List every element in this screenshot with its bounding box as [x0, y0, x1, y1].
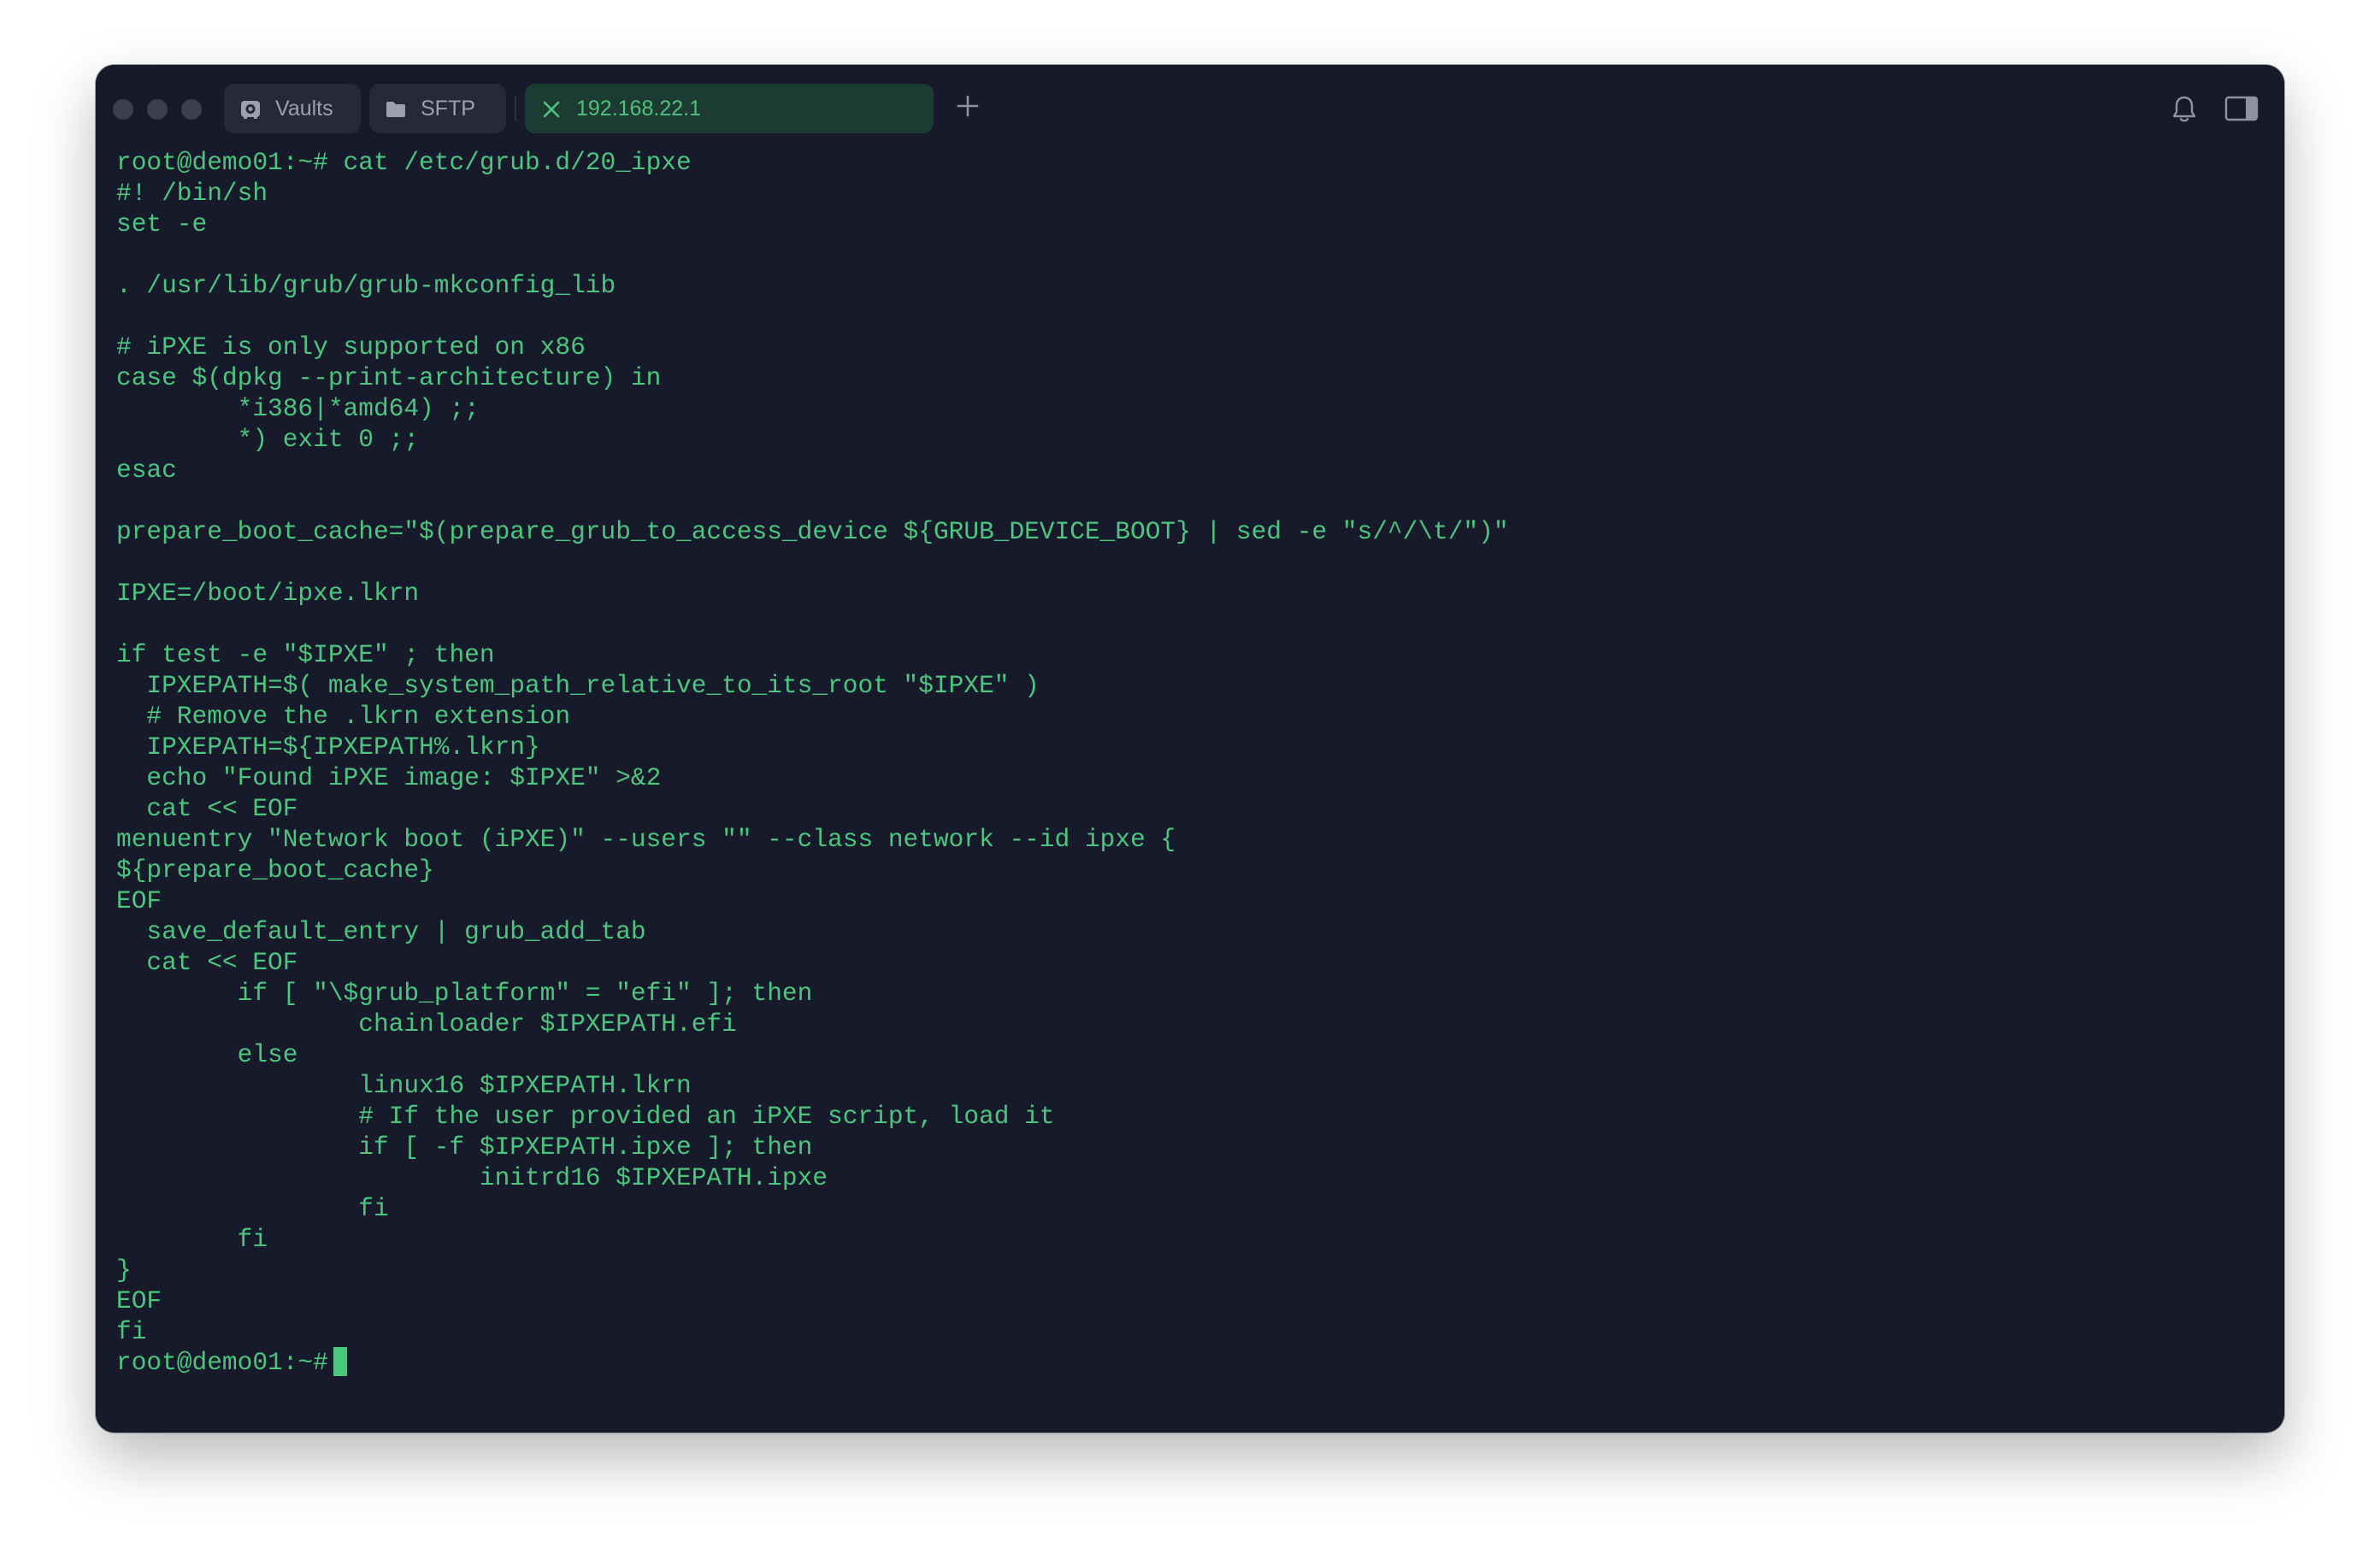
terminal-line: fi [116, 1317, 147, 1346]
terminal-prompt-line[interactable]: root@demo01:~# [116, 1347, 2264, 1378]
minimize-window-button[interactable] [147, 99, 168, 120]
terminal-line: fi [116, 1225, 268, 1254]
terminal-line: else [116, 1040, 298, 1069]
terminal-line: . /usr/lib/grub/grub-mkconfig_lib [116, 271, 616, 300]
title-bar: Vaults SFTP 192.168.22.1 [96, 65, 2284, 152]
terminal-line: cat << EOF [116, 794, 298, 823]
terminal-line: IPXE=/boot/ipxe.lkrn [116, 579, 420, 608]
sidebar-toggle-icon [2224, 96, 2259, 121]
plus-icon [957, 95, 979, 117]
terminal-line: menuentry "Network boot (iPXE)" --users … [116, 825, 1176, 854]
tab-divider [515, 96, 516, 121]
bell-icon [2172, 96, 2196, 122]
terminal-line: IPXEPATH=${IPXEPATH%.lkrn} [116, 732, 540, 762]
tab-host-active[interactable]: 192.168.22.1 [525, 84, 934, 133]
terminal-line: IPXEPATH=$( make_system_path_relative_to… [116, 671, 1040, 700]
zoom-window-button[interactable] [181, 99, 202, 120]
terminal-line: *i386|*amd64) ;; [116, 394, 480, 423]
new-tab-button[interactable] [952, 91, 983, 121]
terminal-output[interactable]: root@demo01:~# cat /etc/grub.d/20_ipxe #!… [116, 147, 2264, 1415]
terminal-line: set -e [116, 209, 208, 238]
terminal-prompt: root@demo01:~# [116, 1348, 328, 1377]
tab-host-label: 192.168.22.1 [576, 97, 701, 121]
terminal-line: echo "Found iPXE image: $IPXE" >&2 [116, 763, 662, 792]
folder-icon [385, 98, 407, 121]
vault-icon [239, 98, 262, 121]
terminal-line: if test -e "$IPXE" ; then [116, 640, 495, 669]
terminal-line: prepare_boot_cache="$(prepare_grub_to_ac… [116, 517, 1509, 546]
terminal-line: save_default_entry | grub_add_tab [116, 917, 646, 946]
terminal-line: # iPXE is only supported on x86 [116, 332, 586, 362]
terminal-line: *) exit 0 ;; [116, 425, 420, 454]
terminal-line: linux16 $IPXEPATH.lkrn [116, 1071, 692, 1100]
terminal-window: Vaults SFTP 192.168.22.1 root@demo01:~# … [96, 65, 2284, 1433]
terminal-cursor [333, 1347, 347, 1376]
tab-vaults-label: Vaults [275, 97, 333, 121]
terminal-line: initrd16 $IPXEPATH.ipxe [116, 1163, 828, 1192]
terminal-line: # Remove the .lkrn extension [116, 702, 571, 731]
terminal-line: case $(dpkg --print-architecture) in [116, 363, 662, 392]
terminal-line: # If the user provided an iPXE script, l… [116, 1102, 1055, 1131]
terminal-line: esac [116, 456, 177, 485]
terminal-line: chainloader $IPXEPATH.efi [116, 1009, 737, 1038]
terminal-line: ${prepare_boot_cache} [116, 856, 434, 885]
terminal-line: if [ "\$grub_platform" = "efi" ]; then [116, 979, 813, 1008]
terminal-line: EOF [116, 886, 162, 915]
close-window-button[interactable] [113, 99, 133, 120]
terminal-line: root@demo01:~# cat /etc/grub.d/20_ipxe [116, 148, 692, 177]
terminal-line: } [116, 1256, 132, 1285]
notifications-button[interactable] [2170, 94, 2199, 125]
tab-sftp[interactable]: SFTP [369, 84, 506, 133]
terminal-line: cat << EOF [116, 948, 298, 977]
tab-sftp-label: SFTP [421, 97, 475, 121]
terminal-line: fi [116, 1194, 389, 1223]
tab-vaults[interactable]: Vaults [224, 84, 361, 133]
terminal-line: EOF [116, 1286, 162, 1315]
close-icon[interactable] [540, 98, 563, 121]
window-controls [113, 99, 202, 120]
terminal-line: #! /bin/sh [116, 179, 268, 208]
sidebar-toggle-button[interactable] [2224, 96, 2259, 121]
terminal-line: if [ -f $IPXEPATH.ipxe ]; then [116, 1132, 813, 1162]
